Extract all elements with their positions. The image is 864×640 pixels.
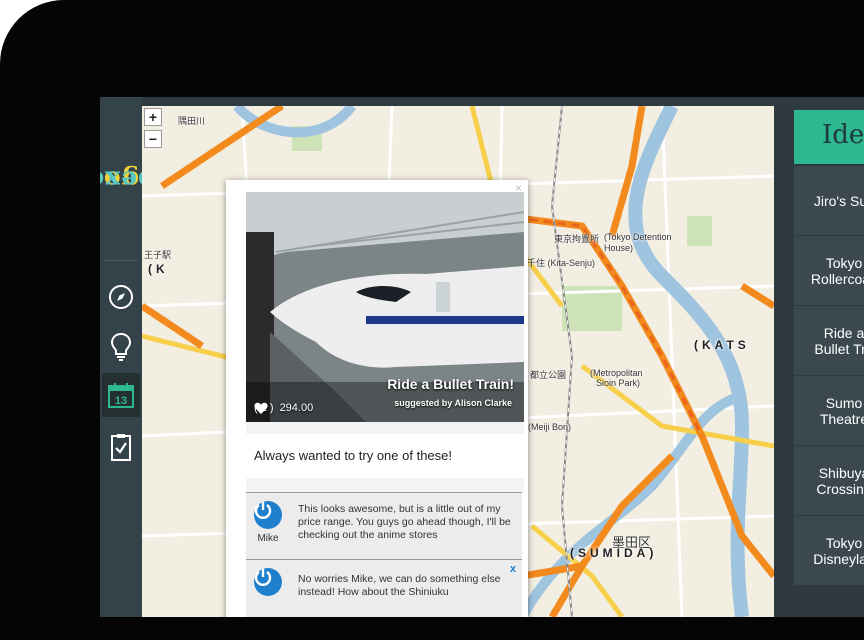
comment-text: This looks awesome, but is a little out … [298,503,511,541]
idea-list-item[interactable]: Tokyo Rollercoas [794,236,864,305]
idea-price: 294.00 [279,402,314,414]
ideas-title: Ide [822,120,864,150]
clipboard-check-icon [111,434,131,461]
nav-divider [104,260,138,261]
map-label-detention-jp: 東京拘置所 [554,234,600,244]
map-label-river: 隅田川 [178,116,206,126]
comment-author: Mike [257,533,279,544]
map-label-kita-senju: 北千住 (Kita-Senju) [518,258,596,268]
idea-list-item[interactable]: Sumo Theatre [794,376,864,445]
idea-list-item[interactable]: Shibuya Crossing [794,446,864,515]
avatar [254,501,282,529]
map-district-k: (K [148,262,169,276]
map-district-sumida: (SUMIDA) [570,546,658,560]
compass-icon [109,285,133,309]
power-icon [254,569,272,586]
ideas-panel: Ide Jiro's Sus Tokyo Rollercoas Ride a B… [794,110,864,617]
map-label-detention-en: (Tokyo Detention [604,232,672,242]
idea-photo: Ride a Bullet Train! suggested by Alison… [246,192,524,422]
ideas-header: Ide [794,110,864,164]
power-icon [254,502,272,519]
map-label-sioin-park: Sioin Park) [596,378,641,388]
idea-description: Always wanted to try one of these! [254,448,452,463]
idea-suggested-by: suggested by Alison Clarke [394,398,512,408]
left-nav: gopexo [100,97,155,617]
app-screen: gopexo [100,97,864,617]
calendar-icon: 13 [108,383,134,408]
nav-item-itinerary[interactable] [102,425,140,469]
idea-list-item[interactable]: Jiro's Sus [794,166,864,235]
map-label-metropolitan-en: (Metropolitan [590,368,643,378]
gopexo-logo[interactable]: gopexo [100,115,155,245]
nav-item-explore[interactable] [102,275,140,319]
zoom-out-button[interactable]: − [144,130,162,148]
comment: x No worries Mike, we can do something e… [246,559,522,617]
comment-text: No worries Mike, we can do something els… [298,573,501,598]
zoom-in-button[interactable]: + [144,108,162,126]
tablet-frame: gopexo [0,0,864,640]
map-label-house: House) [604,243,634,253]
map-label-meiji-bori: (Meiji Bori) [528,422,572,432]
map-label-metropolitan-jp: 都立公園 [530,370,567,380]
calendar-day: 13 [115,395,127,407]
map-label-oji: 王子駅 [144,250,172,260]
avatar [254,568,282,596]
comment: Mike This looks awesome, but is a little… [246,492,522,559]
lightbulb-icon [110,332,132,361]
map-district-kats: (KATS [694,338,750,352]
map[interactable]: + − 隅田川 王子駅 (K 東京拘置所 (Tokyo Detention Ho… [142,106,774,617]
idea-list-item[interactable]: Tokyo Disneylan [794,516,864,585]
idea-list-item[interactable]: Ride a Bullet Tra [794,306,864,375]
heart-icon[interactable] [254,402,268,415]
nav-item-ideas[interactable] [102,325,140,369]
idea-popup: × Ride a Bullet Train! suggested by Alis… [226,180,528,617]
nav-item-calendar[interactable]: 13 [102,373,140,417]
idea-title: Ride a Bullet Train! [387,376,514,392]
idea-meta: ( 1 ) 294.00 [254,402,313,414]
idea-description-box: Always wanted to try one of these! [246,422,524,492]
